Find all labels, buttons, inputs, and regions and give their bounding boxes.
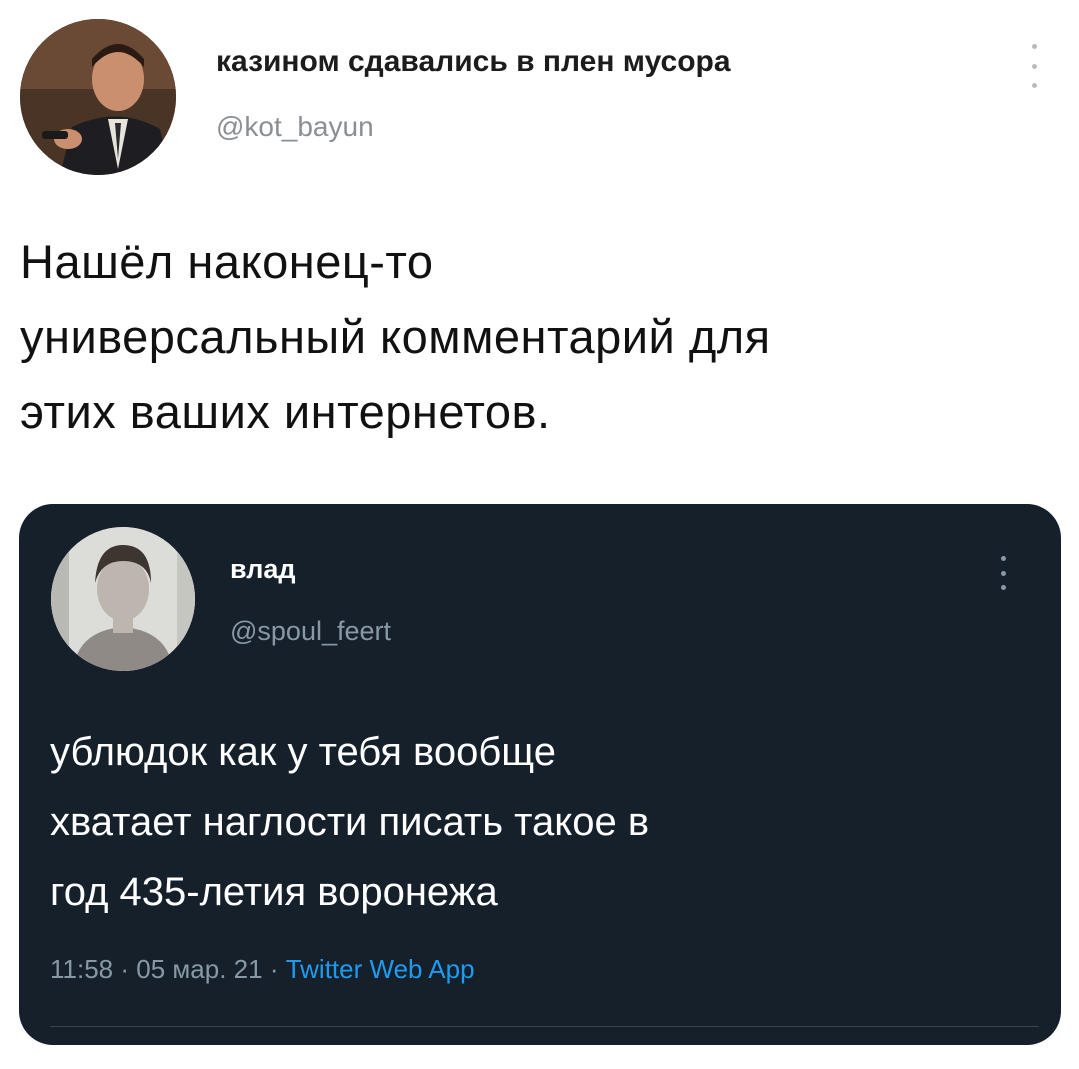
dot — [1000, 570, 1006, 576]
tweet-meta: 11:58 · 05 мар. 21 · Twitter Web App — [50, 954, 475, 985]
outer-author-avatar[interactable] — [20, 19, 176, 175]
more-vertical-icon[interactable] — [995, 556, 1011, 590]
tweet-source-link[interactable]: Twitter Web App — [286, 954, 475, 984]
outer-tweet-text: Нашёл наконец-то универсальный комментар… — [20, 224, 1060, 449]
meta-separator: · — [120, 954, 137, 984]
divider — [50, 1026, 1039, 1027]
screenshot-page: казином сдавались в плен мусора @kot_bay… — [0, 0, 1079, 1069]
dot — [1000, 556, 1006, 561]
dot — [1000, 585, 1006, 590]
meta-separator: · — [269, 954, 286, 984]
tweet-text-line: универсальный комментарий для — [20, 310, 771, 363]
tweet-date[interactable]: 05 мар. 21 — [136, 954, 262, 984]
quoted-tweet-text: ублюдок как у тебя вообще хватает наглос… — [50, 717, 1040, 927]
tweet-text-line: ублюдок как у тебя вообще — [50, 730, 556, 774]
tweet-time[interactable]: 11:58 — [50, 954, 113, 984]
tweet-text-line: хватает наглости писать такое в — [50, 800, 650, 844]
tweet-text-line: год 435-летия воронежа — [50, 870, 498, 914]
avatar-photo-icon — [51, 527, 195, 671]
dot — [1031, 44, 1037, 49]
tweet-text-line: этих ваших интернетов. — [20, 385, 551, 438]
quoted-author-name[interactable]: влад — [230, 554, 296, 585]
quoted-tweet-card[interactable]: влад @spoul_feert ублюдок как у тебя воо… — [19, 504, 1061, 1045]
outer-author-handle[interactable]: @kot_bayun — [216, 111, 374, 143]
dot — [1031, 63, 1037, 69]
avatar-photo-icon — [20, 19, 176, 175]
quoted-author-avatar[interactable] — [51, 527, 195, 671]
dot — [1031, 83, 1037, 88]
tweet-text-line: Нашёл наконец-то — [20, 235, 434, 288]
quoted-author-handle[interactable]: @spoul_feert — [230, 616, 391, 647]
more-vertical-icon[interactable] — [1024, 44, 1044, 88]
outer-author-name[interactable]: казином сдавались в плен мусора — [216, 45, 731, 79]
